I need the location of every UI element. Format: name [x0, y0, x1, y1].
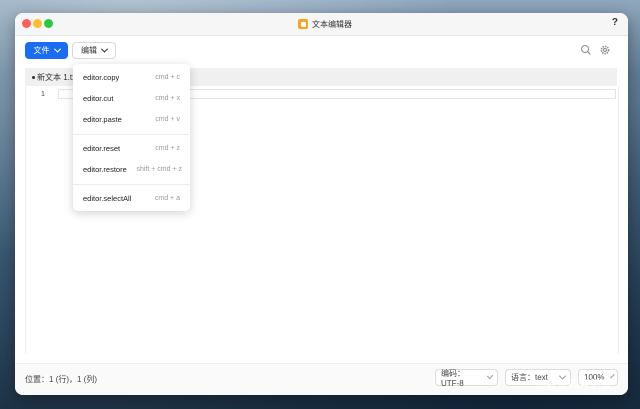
menu-item-shortcut: shift + cmd + z — [136, 165, 182, 173]
chevron-down-icon — [53, 45, 61, 53]
menu-item-shortcut: cmd + c — [155, 73, 180, 81]
menu-item-label: editor.copy — [83, 72, 120, 82]
tab-document[interactable]: 新文本 1.txt — [32, 72, 78, 83]
gear-icon[interactable] — [599, 44, 611, 56]
chevron-down-icon — [100, 45, 109, 53]
chevron-down-icon — [486, 372, 494, 380]
title-bar: 文本编辑器 ? — [15, 13, 628, 36]
search-icon[interactable] — [580, 44, 592, 56]
cursor-position: 位置：1 (行)，1 (列) — [25, 375, 97, 384]
file-menu-label: 文件 — [33, 46, 50, 55]
unsaved-indicator — [32, 76, 35, 79]
menu-item-copy[interactable]: editor.copy cmd + c — [73, 69, 190, 85]
menu-item-shortcut: cmd + a — [154, 194, 180, 202]
menu-item-shortcut: cmd + z — [155, 144, 180, 152]
edit-dropdown-menu: editor.copy cmd + c editor.cut cmd + x e… — [73, 64, 190, 211]
encoding-value: 编码：UTF-8 — [441, 368, 465, 388]
menu-item-restore[interactable]: editor.restore shift + cmd + z — [73, 161, 190, 177]
menu-item-reset[interactable]: editor.reset cmd + z — [73, 140, 190, 156]
menu-item-label: editor.reset — [83, 143, 121, 153]
menu-divider — [73, 184, 190, 185]
file-menu-button[interactable]: 文件 — [25, 42, 68, 59]
help-button[interactable]: ? — [612, 17, 618, 28]
zoom-window-button[interactable] — [44, 19, 53, 28]
window-title: 文本编辑器 — [298, 18, 352, 30]
menu-item-label: editor.selectAll — [83, 193, 132, 203]
menu-item-shortcut: cmd + x — [155, 94, 180, 102]
menu-item-paste[interactable]: editor.paste cmd + v — [73, 111, 190, 127]
menu-item-select-all[interactable]: editor.selectAll cmd + a — [73, 190, 190, 206]
encoding-select[interactable]: 编码：UTF-8 — [435, 368, 498, 388]
app-window: 文本编辑器 ? 文件 编辑 新文本 1.txt 1 位置：1 (行)，1 (列)… — [15, 13, 628, 395]
edit-menu-button[interactable]: 编辑 — [72, 42, 116, 59]
menu-divider — [73, 134, 190, 135]
minimize-window-button[interactable] — [33, 19, 42, 28]
close-window-button[interactable] — [22, 19, 31, 28]
window-title-text: 文本编辑器 — [312, 19, 352, 29]
watermark: @我是四月鹏翼 — [535, 378, 612, 391]
menu-item-shortcut: cmd + v — [155, 115, 180, 123]
line-number: 1 — [41, 91, 45, 98]
menu-item-label: editor.restore — [83, 164, 127, 174]
app-icon — [298, 19, 308, 29]
menu-item-label: editor.cut — [83, 93, 114, 103]
menu-item-label: editor.paste — [83, 114, 122, 124]
edit-menu-label: 编辑 — [81, 46, 97, 55]
menu-item-cut[interactable]: editor.cut cmd + x — [73, 90, 190, 106]
